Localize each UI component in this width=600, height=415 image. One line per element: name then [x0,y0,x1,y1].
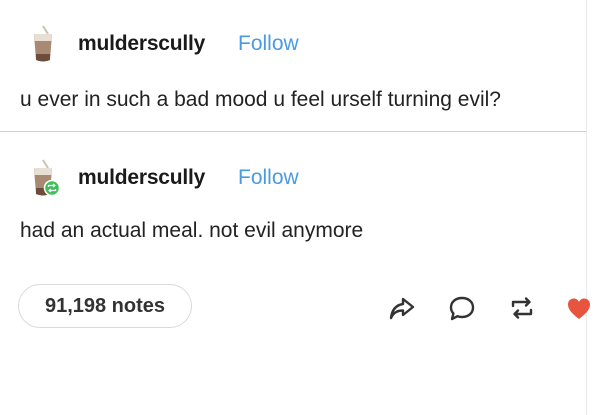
follow-button[interactable]: Follow [238,166,299,190]
reply-icon [449,296,475,321]
notes-count[interactable]: 91,198 notes [18,284,192,328]
post-text: u ever in such a bad mood u feel urself … [20,88,501,111]
heart-icon [568,298,590,319]
reblog-icon [511,297,533,319]
reblog-badge-icon [43,179,61,197]
follow-button[interactable]: Follow [238,32,299,56]
avatar[interactable] [28,24,58,64]
avatar[interactable] [28,158,61,198]
like-button[interactable] [566,294,592,322]
iced-coffee-icon [34,25,52,62]
share-icon [389,297,415,320]
iced-coffee-icon [34,159,61,197]
reblog-button[interactable] [508,294,536,322]
username[interactable]: mulderscully [78,32,205,56]
username[interactable]: mulderscully [78,166,205,190]
share-button[interactable] [388,294,416,322]
reblog-header: mulderscully Follow [0,158,600,198]
reply-button[interactable] [448,294,476,322]
post-header: mulderscully Follow [0,24,600,64]
reblog-text: had an actual meal. not evil anymore [20,219,364,242]
